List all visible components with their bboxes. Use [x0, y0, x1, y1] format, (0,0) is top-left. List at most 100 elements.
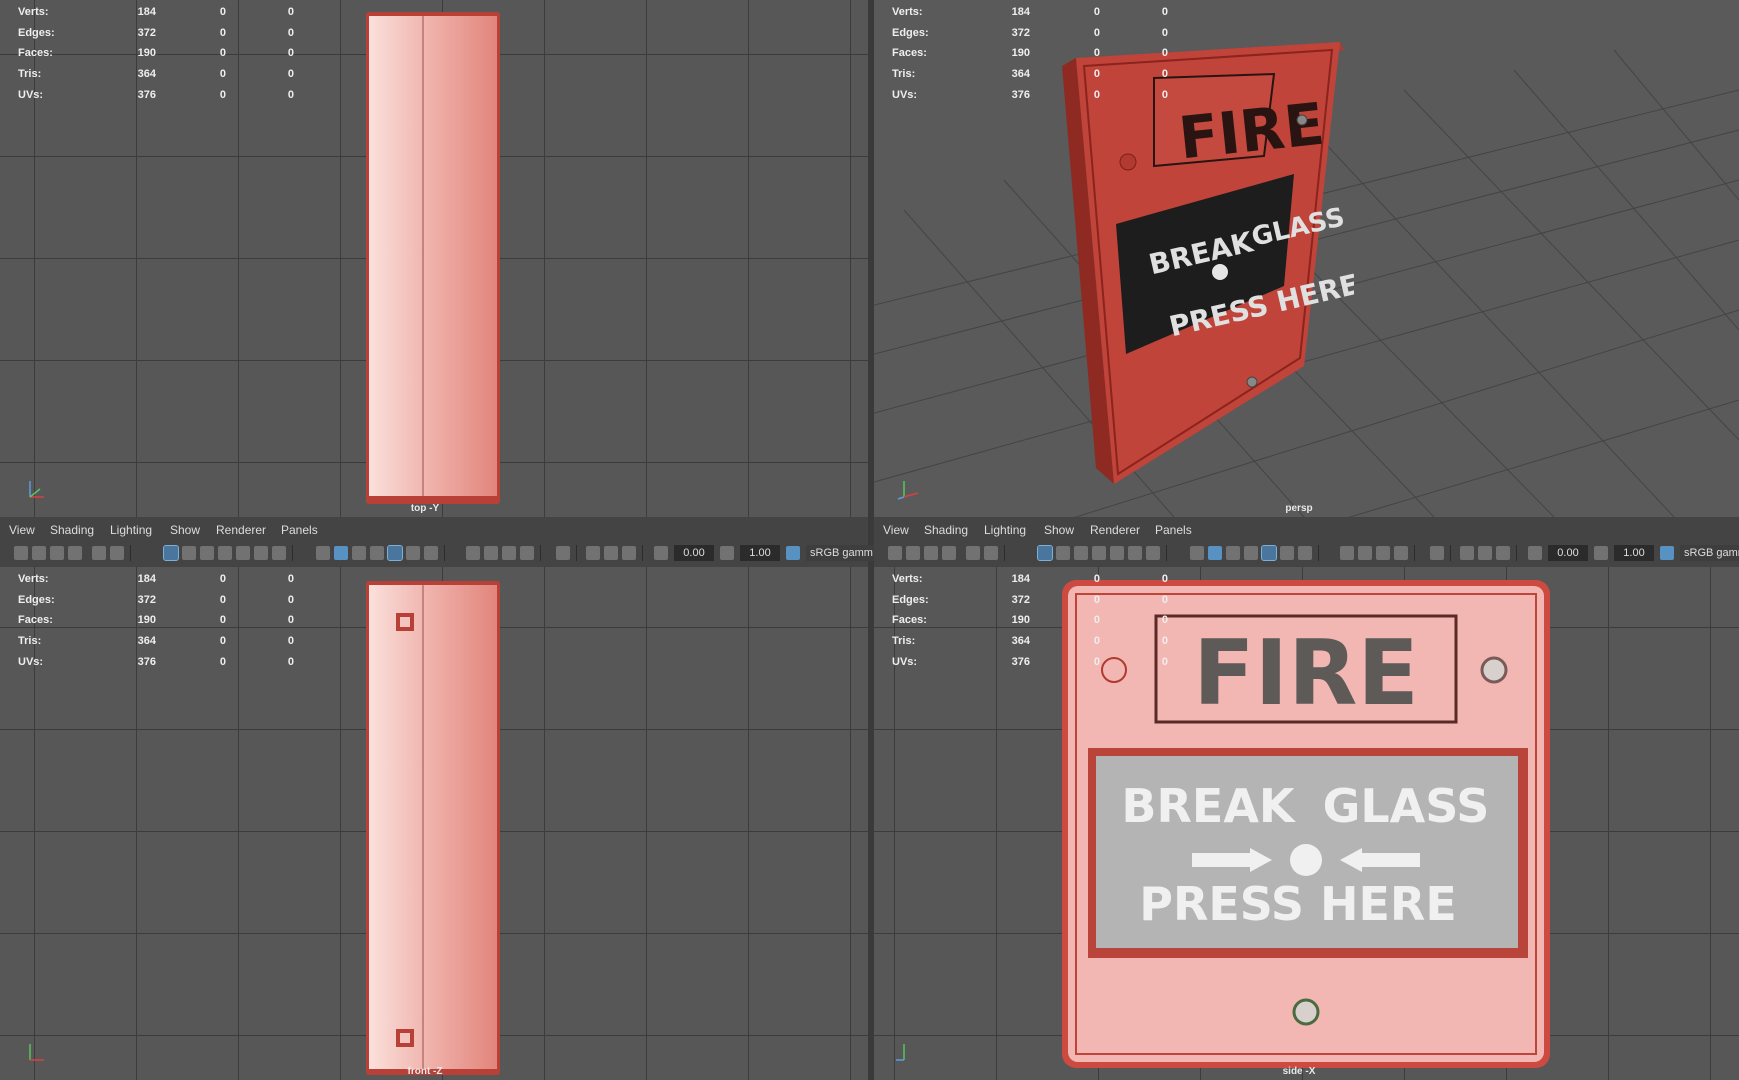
grease-pencil-icon[interactable] — [984, 546, 998, 560]
depth-of-field-icon[interactable] — [520, 546, 534, 560]
motion-blur-icon[interactable] — [484, 546, 498, 560]
exposure-field[interactable] — [674, 545, 714, 561]
smooth-shade-icon[interactable] — [334, 546, 348, 560]
axis-gizmo-icon — [896, 1044, 905, 1061]
stat-row-faces: Faces: 190 0 0 — [18, 47, 294, 60]
menu-renderer[interactable]: Renderer — [1090, 523, 1140, 537]
isolate-select-icon[interactable] — [1430, 546, 1444, 560]
camera-icon[interactable] — [888, 546, 902, 560]
stat-row-edges: Edges: 372 0 0 — [18, 593, 294, 606]
grease-pencil-icon[interactable] — [110, 546, 124, 560]
model-front-view[interactable] — [366, 581, 502, 1077]
stat-row-edges: Edges: 372 0 0 — [892, 26, 1168, 39]
stat-row-uvs: UVs: 376 0 0 — [892, 88, 1168, 101]
camera-attributes-icon[interactable] — [906, 546, 920, 560]
screen-space-ao-icon[interactable] — [1340, 546, 1354, 560]
exposure-icon[interactable] — [1528, 546, 1542, 560]
stat-row-verts: Verts: 184 0 0 — [892, 573, 1168, 585]
bookmark-icon[interactable] — [924, 546, 938, 560]
textured-icon[interactable] — [387, 545, 403, 561]
camera-attributes-icon[interactable] — [32, 546, 46, 560]
menu-lighting[interactable]: Lighting — [984, 523, 1026, 537]
view-transform-select[interactable]: sRGB gamm — [1680, 545, 1739, 561]
image-plane-icon[interactable] — [68, 546, 82, 560]
menu-panels[interactable]: Panels — [281, 523, 318, 537]
resolution-gate-icon[interactable] — [1074, 546, 1088, 560]
gate-mask-icon[interactable] — [1092, 546, 1106, 560]
bookmark-icon[interactable] — [50, 546, 64, 560]
image-plane-icon[interactable] — [942, 546, 956, 560]
xray-active-icon[interactable] — [1478, 546, 1492, 560]
textured-icon[interactable] — [1261, 545, 1277, 561]
safe-title-icon[interactable] — [272, 546, 286, 560]
grid-icon[interactable] — [1037, 545, 1053, 561]
xray-active-icon[interactable] — [604, 546, 618, 560]
viewport-persp[interactable]: FIRE BREAK GLASS PRESS HERE Verts: 184 0 0 … — [874, 0, 1739, 517]
use-all-lights-icon[interactable] — [406, 546, 420, 560]
press-text: PRESS HERE — [1139, 877, 1457, 931]
menu-shading[interactable]: Shading — [924, 523, 968, 537]
menu-view[interactable]: View — [9, 523, 35, 537]
menu-view[interactable]: View — [883, 523, 909, 537]
gamma-field[interactable] — [740, 545, 780, 561]
use-default-material-icon[interactable] — [352, 546, 366, 560]
use-default-material-icon[interactable] — [1226, 546, 1240, 560]
xray-joints-icon[interactable] — [622, 546, 636, 560]
multisample-aa-icon[interactable] — [502, 546, 516, 560]
gamma-field[interactable] — [1614, 545, 1654, 561]
break-text: BREAK — [1121, 779, 1297, 833]
gamma-icon[interactable] — [1594, 546, 1608, 560]
wireframe-icon[interactable] — [1190, 546, 1204, 560]
use-all-lights-icon[interactable] — [1280, 546, 1294, 560]
smooth-shade-icon[interactable] — [1208, 546, 1222, 560]
resolution-gate-icon[interactable] — [200, 546, 214, 560]
grid-icon[interactable] — [163, 545, 179, 561]
viewport-front[interactable]: Verts: 184 0 0 Edges: 372 0 0 Faces: 190 0 0 Tris… — [0, 567, 868, 1080]
screen-space-ao-icon[interactable] — [466, 546, 480, 560]
exposure-icon[interactable] — [654, 546, 668, 560]
menu-renderer[interactable]: Renderer — [216, 523, 266, 537]
menu-lighting[interactable]: Lighting — [110, 523, 152, 537]
stat-row-verts: Verts: 184 0 0 — [18, 6, 294, 18]
motion-blur-icon[interactable] — [1358, 546, 1372, 560]
stat-row-uvs: UVs: 376 0 0 — [892, 655, 1168, 668]
exposure-field[interactable] — [1548, 545, 1588, 561]
depth-of-field-icon[interactable] — [1394, 546, 1408, 560]
viewport-top[interactable]: Verts: 184 0 0 Edges: 372 0 0 Faces: 190 0 0 Tris… — [0, 0, 868, 517]
menu-panels[interactable]: Panels — [1155, 523, 1192, 537]
wireframe-on-shaded-icon[interactable] — [1244, 546, 1258, 560]
wireframe-on-shaded-icon[interactable] — [370, 546, 384, 560]
camera-label: front -Z — [407, 1066, 443, 1077]
stat-row-tris: Tris: 364 0 0 — [18, 68, 294, 81]
menu-shading[interactable]: Shading — [50, 523, 94, 537]
shadows-icon[interactable] — [424, 546, 438, 560]
isolate-select-icon[interactable] — [556, 546, 570, 560]
stat-row-edges: Edges: 372 0 0 — [18, 26, 294, 39]
viewport-side[interactable]: FIRE BREAK GLASS PRESS HERE Verts: 184 0 0 … — [874, 567, 1739, 1080]
2d-pan-zoom-icon[interactable] — [92, 546, 106, 560]
xray-icon[interactable] — [586, 546, 600, 560]
camera-icon[interactable] — [14, 546, 28, 560]
stat-row-tris: Tris: 364 0 0 — [892, 635, 1168, 648]
safe-title-icon[interactable] — [1146, 546, 1160, 560]
safe-action-icon[interactable] — [1128, 546, 1142, 560]
film-gate-icon[interactable] — [182, 546, 196, 560]
color-management-icon[interactable] — [1660, 546, 1674, 560]
multisample-aa-icon[interactable] — [1376, 546, 1390, 560]
menu-show[interactable]: Show — [1044, 523, 1074, 537]
wireframe-icon[interactable] — [316, 546, 330, 560]
xray-icon[interactable] — [1460, 546, 1474, 560]
menu-show[interactable]: Show — [170, 523, 200, 537]
stat-row-faces: Faces: 190 0 0 — [892, 614, 1168, 627]
field-chart-icon[interactable] — [1110, 546, 1124, 560]
field-chart-icon[interactable] — [236, 546, 250, 560]
xray-joints-icon[interactable] — [1496, 546, 1510, 560]
gate-mask-icon[interactable] — [218, 546, 232, 560]
shadows-icon[interactable] — [1298, 546, 1312, 560]
film-gate-icon[interactable] — [1056, 546, 1070, 560]
model-top-view[interactable] — [366, 12, 502, 506]
2d-pan-zoom-icon[interactable] — [966, 546, 980, 560]
gamma-icon[interactable] — [720, 546, 734, 560]
color-management-icon[interactable] — [786, 546, 800, 560]
safe-action-icon[interactable] — [254, 546, 268, 560]
